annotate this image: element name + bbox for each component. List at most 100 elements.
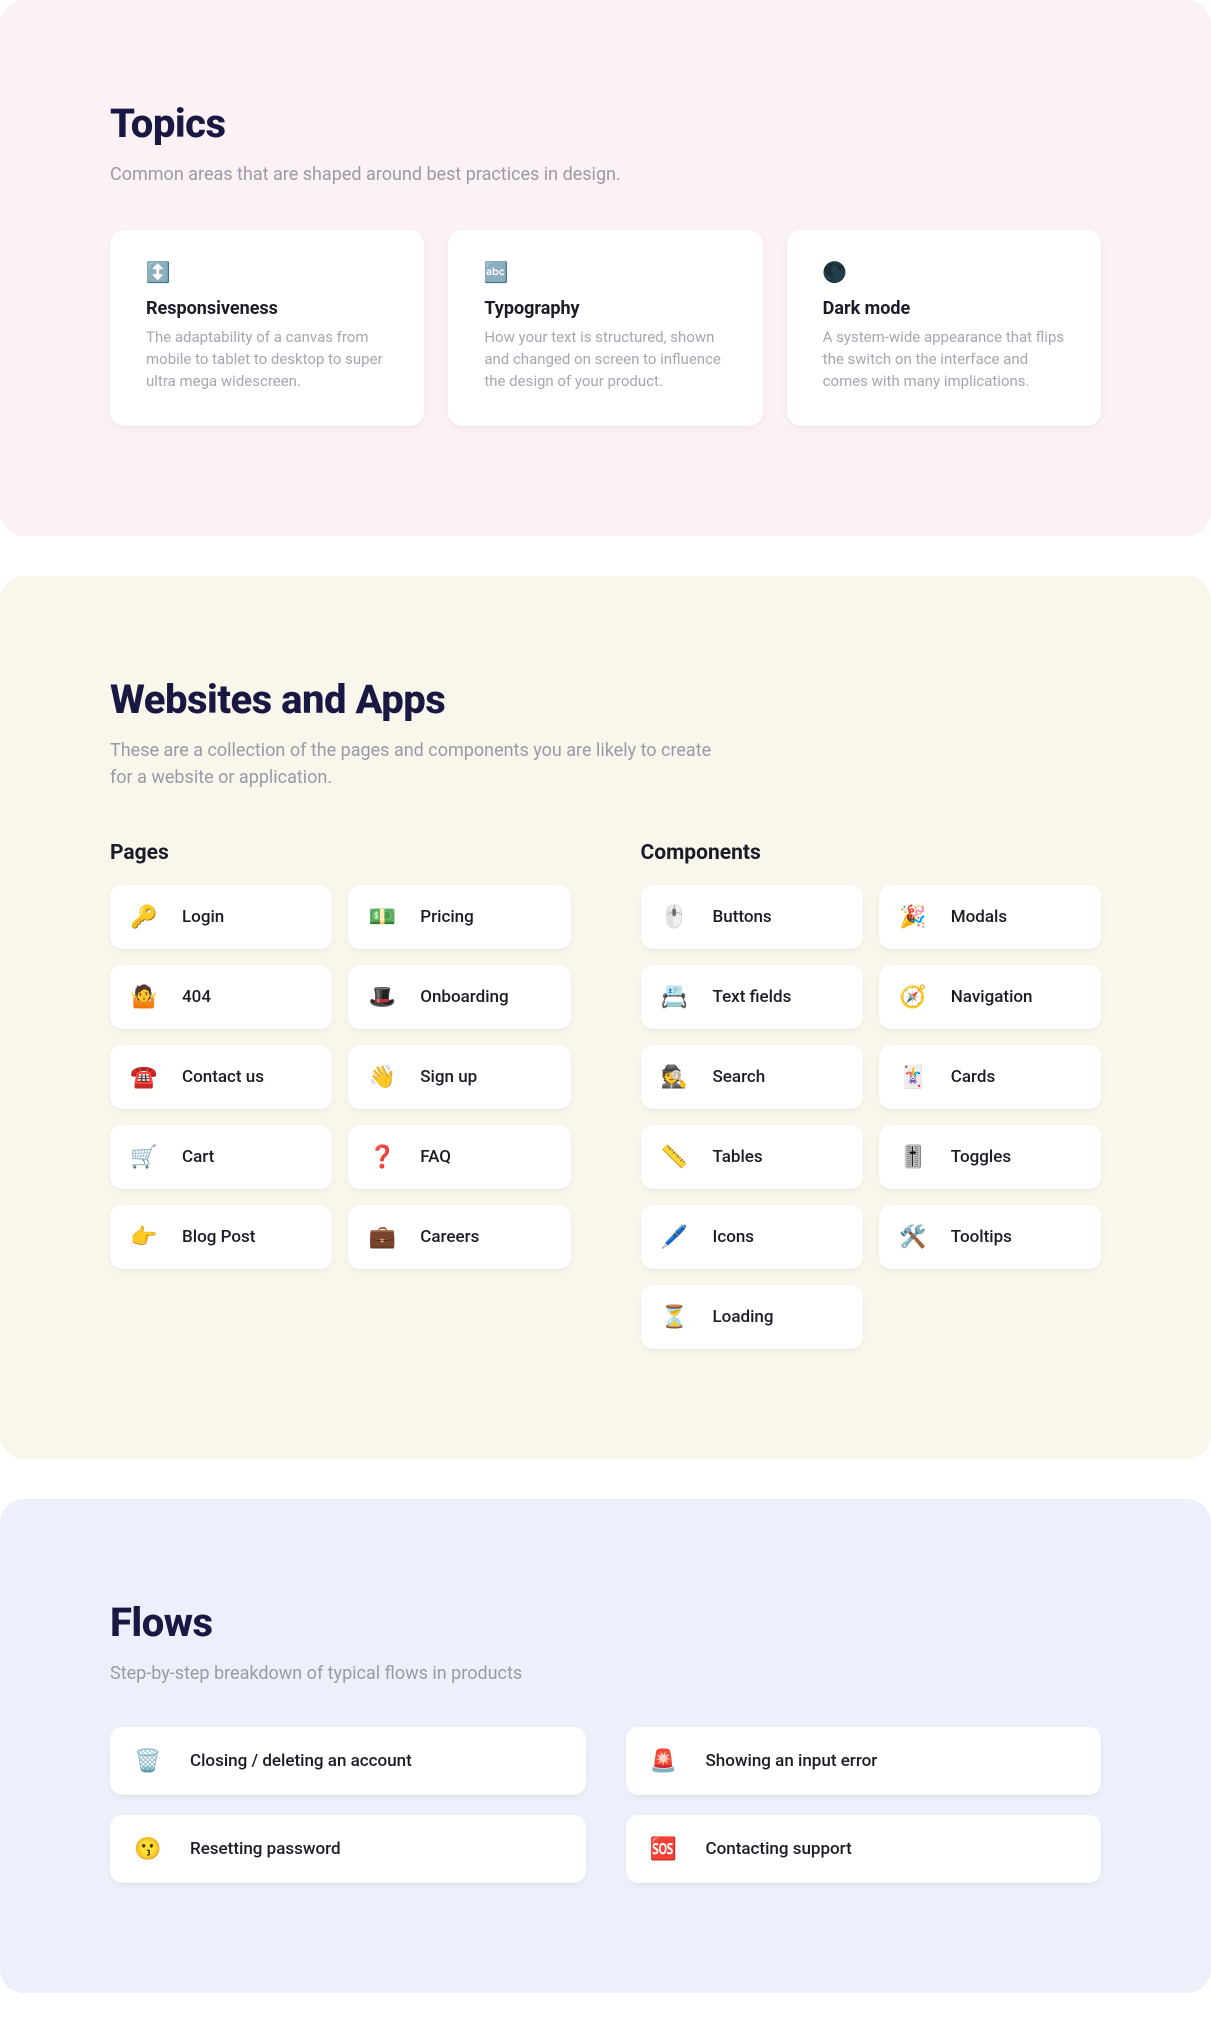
pen-icon: 🖊️ (663, 1225, 687, 1249)
phone-icon: ☎️ (132, 1065, 156, 1089)
compass-icon: 🧭 (901, 985, 925, 1009)
item-label: Sign up (420, 1067, 477, 1087)
flows-grid: 🗑️ Closing / deleting an account 🚨Showing … (110, 1727, 1101, 1883)
item-label: Search (713, 1067, 766, 1087)
list-item[interactable]: 🎚️ Toggles (879, 1125, 1101, 1189)
list-item[interactable]: 🃏 Cards (879, 1045, 1101, 1109)
typography-icon: 🔤 (484, 260, 508, 284)
list-item[interactable]: ⏳ Loading (641, 1285, 863, 1349)
item-label: Contacting support (706, 1839, 852, 1859)
list-item[interactable]: 🆘Contacting support (626, 1815, 1102, 1883)
pages-column: Pages 🔑 Login 💵 Pricing 🤷 404 🎩 Onboarding ☎️ Con… (110, 791, 571, 1349)
list-item[interactable]: 👉 Blog Post (110, 1205, 332, 1269)
list-item[interactable]: 🤷 404 (110, 965, 332, 1029)
item-label: Closing / deleting an account (190, 1751, 412, 1771)
item-label: Cart (182, 1147, 214, 1167)
textfield-icon: 📇 (663, 985, 687, 1009)
web-heading: Websites and Apps (110, 676, 1101, 723)
item-label: Pricing (420, 907, 474, 927)
topic-card[interactable]: 🔤TypographyHow your text is structured, … (448, 230, 762, 426)
list-item[interactable]: 🎉 Modals (879, 885, 1101, 949)
trash-icon: 🗑️ (136, 1749, 160, 1773)
list-item[interactable]: 📏 Tables (641, 1125, 863, 1189)
list-item[interactable]: 🔑 Login (110, 885, 332, 949)
components-grid: 🖱️ Buttons 🎉 Modals 📇 Text fields 🧭 Navigation 🕵… (641, 885, 1102, 1349)
item-label: Modals (951, 907, 1007, 927)
topic-card[interactable]: ↕️ Responsiveness The adaptability of a ca… (110, 230, 424, 426)
topic-card[interactable]: 🌑 Dark mode A system-wide appearance that … (787, 230, 1101, 426)
detective-icon: 🕵️ (663, 1065, 687, 1089)
topics-heading: Topics (110, 100, 1101, 147)
list-item[interactable]: 🕵️ Search (641, 1045, 863, 1109)
shrug-icon: 🤷 (132, 985, 156, 1009)
list-item[interactable]: 🚨Showing an input error (626, 1727, 1102, 1795)
mouse-icon: 🖱️ (663, 905, 687, 929)
flows-heading: Flows (110, 1599, 1101, 1646)
web-sub: These are a collection of the pages and … (110, 737, 730, 791)
item-label: Blog Post (182, 1227, 255, 1247)
topics-section: Topics Common areas that are shaped arou… (0, 0, 1211, 536)
list-item[interactable]: 🗑️ Closing / deleting an account (110, 1727, 586, 1795)
item-label: Navigation (951, 987, 1033, 1007)
item-label: Buttons (713, 907, 772, 927)
topic-title: Responsiveness (146, 298, 388, 319)
list-item[interactable]: ☎️ Contact us (110, 1045, 332, 1109)
item-label: Careers (420, 1227, 479, 1247)
item-label: FAQ (420, 1147, 451, 1167)
responsive-icon: ↕️ (146, 260, 170, 284)
item-label: Icons (713, 1227, 755, 1247)
alarm-icon: 🚨 (652, 1749, 676, 1773)
topics-sub: Common areas that are shaped around best… (110, 161, 730, 188)
list-item[interactable]: 🛒 Cart (110, 1125, 332, 1189)
pages-heading: Pages (110, 841, 571, 865)
item-label: Contact us (182, 1067, 264, 1087)
components-column: Components 🖱️ Buttons 🎉 Modals 📇 Text fields 🧭… (641, 791, 1102, 1349)
flows-section: Flows Step-by-step breakdown of typical … (0, 1499, 1211, 1993)
item-label: Loading (713, 1307, 774, 1327)
briefcase-icon: 💼 (370, 1225, 394, 1249)
pages-grid: 🔑 Login 💵 Pricing 🤷 404 🎩 Onboarding ☎️ Contact u… (110, 885, 571, 1269)
list-item[interactable]: 🎩 Onboarding (348, 965, 570, 1029)
question-icon: ❓ (370, 1145, 394, 1169)
card-icon: 🃏 (901, 1065, 925, 1089)
list-item[interactable]: 👋 Sign up (348, 1045, 570, 1109)
item-label: Cards (951, 1067, 995, 1087)
web-section: Websites and Apps These are a collection… (0, 576, 1211, 1459)
topics-grid: ↕️ Responsiveness The adaptability of a ca… (110, 230, 1101, 426)
item-label: Login (182, 907, 224, 927)
item-label: Tables (713, 1147, 763, 1167)
list-item[interactable]: ❓ FAQ (348, 1125, 570, 1189)
cart-icon: 🛒 (132, 1145, 156, 1169)
pointing-icon: 👉 (132, 1225, 156, 1249)
tophat-icon: 🎩 (370, 985, 394, 1009)
hourglass-icon: ⏳ (663, 1305, 687, 1329)
item-label: Tooltips (951, 1227, 1012, 1247)
topic-desc: A system-wide appearance that flips the … (823, 327, 1065, 392)
wave-icon: 👋 (370, 1065, 394, 1089)
key-icon: 🔑 (132, 905, 156, 929)
list-item[interactable]: 📇 Text fields (641, 965, 863, 1029)
topic-title: Dark mode (823, 298, 1065, 319)
item-label: Toggles (951, 1147, 1011, 1167)
list-item[interactable]: 😗Resetting password (110, 1815, 586, 1883)
list-item[interactable]: 🛠️ Tooltips (879, 1205, 1101, 1269)
slider-icon: 🎚️ (901, 1145, 925, 1169)
item-label: 404 (182, 987, 211, 1007)
item-label: Onboarding (420, 987, 508, 1007)
topic-title: Typography (484, 298, 726, 319)
flows-sub: Step-by-step breakdown of typical flows … (110, 1660, 730, 1687)
darkmode-icon: 🌑 (823, 260, 847, 284)
item-label: Resetting password (190, 1839, 341, 1859)
list-item[interactable]: 🧭 Navigation (879, 965, 1101, 1029)
list-item[interactable]: 💼 Careers (348, 1205, 570, 1269)
item-label: Text fields (713, 987, 792, 1007)
list-item[interactable]: 🖊️ Icons (641, 1205, 863, 1269)
ruler-icon: 📏 (663, 1145, 687, 1169)
list-item[interactable]: 💵 Pricing (348, 885, 570, 949)
party-icon: 🎉 (901, 905, 925, 929)
topic-desc: The adaptability of a canvas from mobile… (146, 327, 388, 392)
components-heading: Components (641, 841, 1102, 865)
money-icon: 💵 (370, 905, 394, 929)
list-item[interactable]: 🖱️ Buttons (641, 885, 863, 949)
tools-icon: 🛠️ (901, 1225, 925, 1249)
